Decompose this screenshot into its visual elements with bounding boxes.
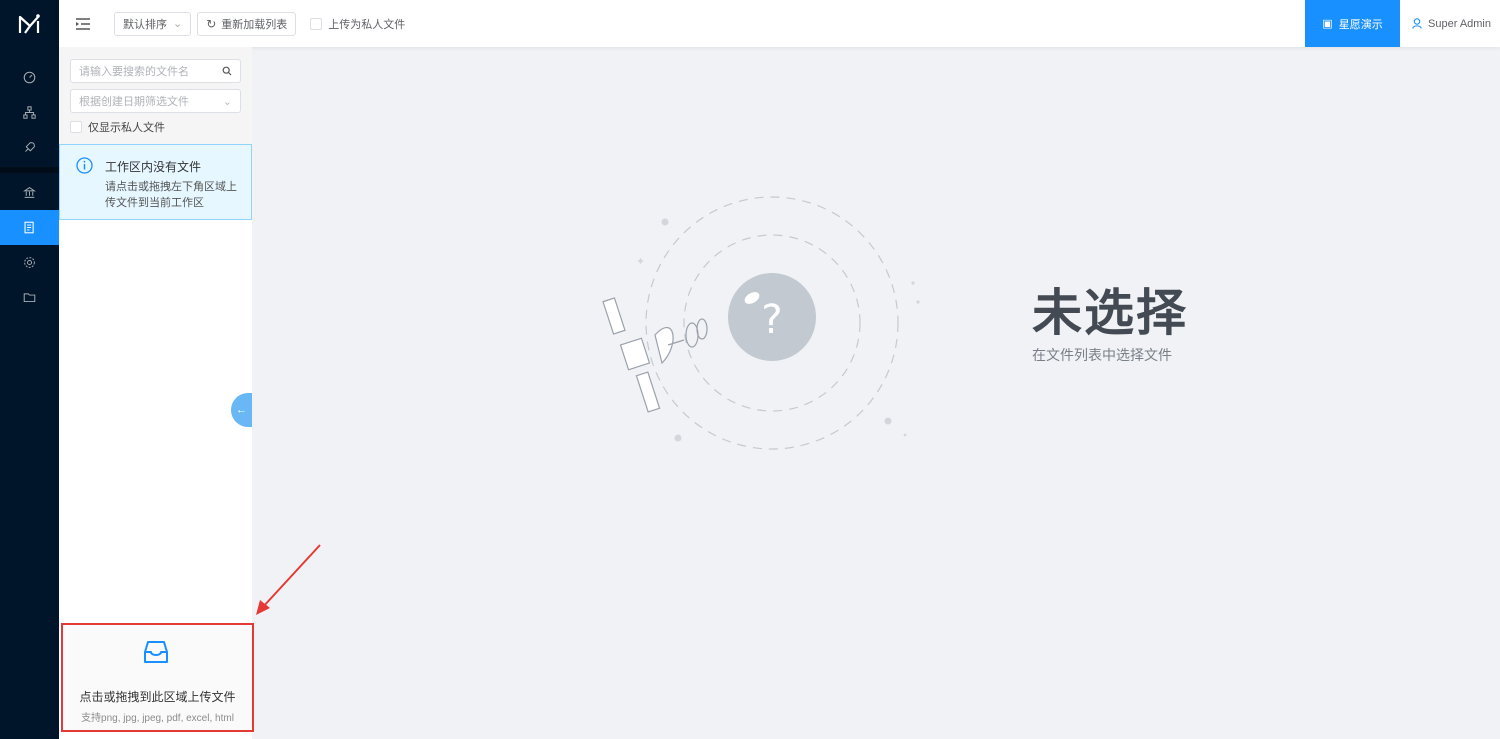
reload-list-button[interactable]: ↻ 重新加载列表 <box>197 11 297 36</box>
nav-documents-icon[interactable] <box>0 210 59 245</box>
user-menu[interactable]: Super Admin <box>1412 0 1491 47</box>
demo-label: 星愿演示 <box>1338 18 1383 31</box>
top-bar: 默认排序 ⌄ ↻ 重新加载列表 上传为私人文件 ▣ 星愿演示 Super Adm… <box>59 0 1500 47</box>
nav-bank-icon[interactable] <box>0 175 59 210</box>
upload-dropzone[interactable]: 点击或拖拽到此区域上传文件 支持png, jpg, jpeg, pdf, exc… <box>61 623 254 732</box>
private-upload-checkbox[interactable]: 上传为私人文件 <box>310 16 405 32</box>
cube-icon: ▣ <box>1322 18 1333 30</box>
empty-state-title: 未选择 <box>1032 284 1188 342</box>
refresh-icon: ↻ <box>206 16 217 31</box>
empty-workspace-alert: 工作区内没有文件 请点击或拖拽左下角区域上传文件到当前工作区 <box>59 144 252 220</box>
nav-rocket-icon[interactable] <box>0 130 59 165</box>
only-private-label: 仅显示私人文件 <box>88 122 165 134</box>
upload-hint: 支持png, jpg, jpeg, pdf, excel, html <box>81 713 234 724</box>
file-list-panel: 请输入要搜索的文件名 根据创建日期筛选文件 ⌄ 仅显示私人文件 工作区内没有文件… <box>59 47 254 739</box>
upload-text: 点击或拖拽到此区域上传文件 <box>79 690 236 704</box>
nav-divider <box>0 167 59 173</box>
checkbox[interactable] <box>70 121 82 133</box>
nav-dashboard-icon[interactable] <box>0 60 59 95</box>
nav-folder-icon[interactable] <box>0 280 59 315</box>
date-filter-select[interactable]: 根据创建日期筛选文件 ⌄ <box>70 89 241 113</box>
search-placeholder: 请输入要搜索的文件名 <box>79 66 189 78</box>
alert-title: 工作区内没有文件 <box>105 160 202 174</box>
sort-dropdown[interactable]: 默认排序 ⌄ <box>114 11 192 36</box>
svg-text:?: ? <box>761 297 782 343</box>
menu-collapse-icon[interactable] <box>76 17 96 30</box>
sort-label: 默认排序 <box>123 18 167 31</box>
collapse-panel-button[interactable]: ← <box>231 393 252 427</box>
search-icon <box>222 66 232 76</box>
nav-org-icon[interactable] <box>0 95 59 130</box>
main-content: ? ✦ 未选择 在文件列表中选择文件 <box>252 47 1500 739</box>
user-name: Super Admin <box>1428 17 1491 30</box>
inbox-icon <box>144 641 168 663</box>
chevron-down-icon: ⌄ <box>173 18 183 30</box>
only-private-checkbox[interactable]: 仅显示私人文件 <box>70 119 241 135</box>
filter-area: 请输入要搜索的文件名 根据创建日期筛选文件 ⌄ 仅显示私人文件 <box>59 47 252 144</box>
date-placeholder: 根据创建日期筛选文件 <box>79 96 189 108</box>
empty-state-subtitle: 在文件列表中选择文件 <box>1032 347 1172 363</box>
left-nav <box>0 0 59 739</box>
info-icon <box>76 157 93 174</box>
private-upload-label: 上传为私人文件 <box>328 18 406 31</box>
alert-description: 请点击或拖拽左下角区域上传文件到当前工作区 <box>105 181 237 209</box>
nav-settings-icon[interactable] <box>0 245 59 280</box>
file-search-input[interactable]: 请输入要搜索的文件名 <box>70 59 241 83</box>
chevron-down-icon: ⌄ <box>222 95 232 108</box>
checkbox[interactable] <box>310 17 323 30</box>
arrow-left-icon: ← <box>236 404 247 416</box>
reload-label: 重新加载列表 <box>221 18 288 31</box>
app-logo[interactable] <box>0 0 59 48</box>
svg-text:✦: ✦ <box>636 255 645 268</box>
empty-state-illustration: ? ✦ <box>602 196 920 450</box>
demo-button[interactable]: ▣ 星愿演示 <box>1305 0 1400 47</box>
user-icon <box>1412 18 1422 29</box>
